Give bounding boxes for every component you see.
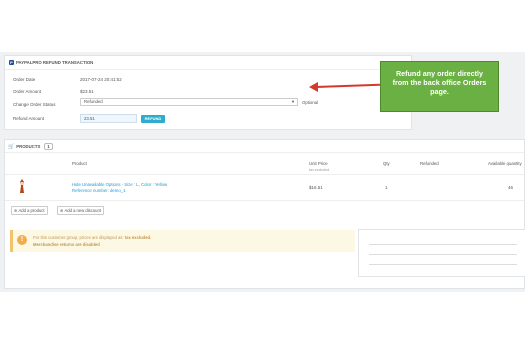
refund-amount-input[interactable]: 23.51 — [80, 114, 137, 123]
totals-divider — [369, 264, 517, 265]
order-date-value: 2017-07-24 20:41:52 — [80, 77, 122, 82]
add-discount-label: Add a new discount — [64, 208, 102, 213]
paypal-icon: P — [9, 60, 14, 65]
refund-amount-label: Refund Amount — [13, 116, 45, 121]
alert-line-1-strong: tax excluded. — [124, 235, 152, 240]
divider — [5, 200, 524, 201]
divider — [5, 174, 524, 175]
divider — [5, 152, 524, 153]
alert-line-1: For this customer group, prices are disp… — [33, 235, 151, 240]
order-status-select[interactable]: Refunded ▼ — [80, 98, 298, 106]
change-status-label: Change Order Status — [13, 102, 56, 107]
products-panel: 🛒 PRODUCTS 1 Product Unit Price tax excl… — [4, 139, 525, 289]
refund-panel-heading: P PAYPALPRO REFUND TRANSACTION — [9, 60, 93, 65]
paypal-refund-panel: P PAYPALPRO REFUND TRANSACTION Order Dat… — [4, 55, 412, 130]
order-date-label: Order Date — [13, 77, 36, 82]
alert-line-1-prefix: For this customer group, prices are disp… — [33, 235, 124, 240]
products-count-badge: 1 — [44, 143, 53, 150]
alert-line-2: Merchandise returns are disabled — [33, 242, 100, 247]
optional-label: Optional — [302, 100, 319, 105]
refund-amount-value: 23.51 — [84, 116, 95, 121]
totals-divider — [369, 244, 517, 245]
cart-icon: 🛒 — [8, 143, 15, 150]
callout-line-3: page. — [430, 86, 449, 96]
refund-button[interactable]: REFUND — [141, 115, 165, 123]
refund-panel-title: PAYPALPRO REFUND TRANSACTION — [16, 60, 94, 65]
product-reference: Reference number: demo_1 — [72, 188, 126, 193]
products-panel-heading: 🛒 PRODUCTS 1 — [8, 143, 53, 150]
add-product-button[interactable]: ⊕ Add a product — [11, 206, 48, 215]
chevron-down-icon: ▼ — [291, 99, 295, 104]
order-amount-value: $23.51 — [80, 89, 94, 94]
order-totals-panel — [358, 229, 525, 277]
col-available-quantity: Available quantity — [488, 161, 522, 166]
add-discount-button[interactable]: ⊕ Add a new discount — [57, 206, 105, 215]
col-unit-price-sub: tax excluded — [309, 168, 330, 172]
products-title: PRODUCTS — [16, 144, 41, 149]
plus-circle-icon: ⊕ — [60, 208, 64, 213]
order-status-selected: Refunded — [84, 99, 103, 104]
col-product: Product — [72, 161, 87, 166]
add-product-label: Add a product — [18, 208, 45, 213]
product-name-link[interactable]: Hide Unavailable Options - Size : L, Col… — [72, 182, 167, 187]
product-unit-price: $16.51 — [309, 185, 323, 190]
plus-circle-icon: ⊕ — [14, 208, 18, 213]
product-qty: 1 — [385, 185, 388, 190]
annotation-arrow-head-icon — [309, 82, 318, 92]
warning-alert: ! For this customer group, prices are di… — [10, 230, 355, 252]
col-refunded: Refunded — [420, 161, 439, 166]
warning-icon: ! — [17, 235, 27, 245]
product-thumbnail — [15, 178, 29, 194]
product-available: 46 — [508, 185, 514, 190]
totals-divider — [369, 254, 517, 255]
divider — [5, 69, 411, 70]
col-qty: Qty — [383, 161, 390, 166]
order-amount-label: Order Amount — [13, 89, 42, 94]
annotation-callout: Refund any order directly from the back … — [380, 61, 499, 112]
col-unit-price: Unit Price — [309, 161, 328, 166]
